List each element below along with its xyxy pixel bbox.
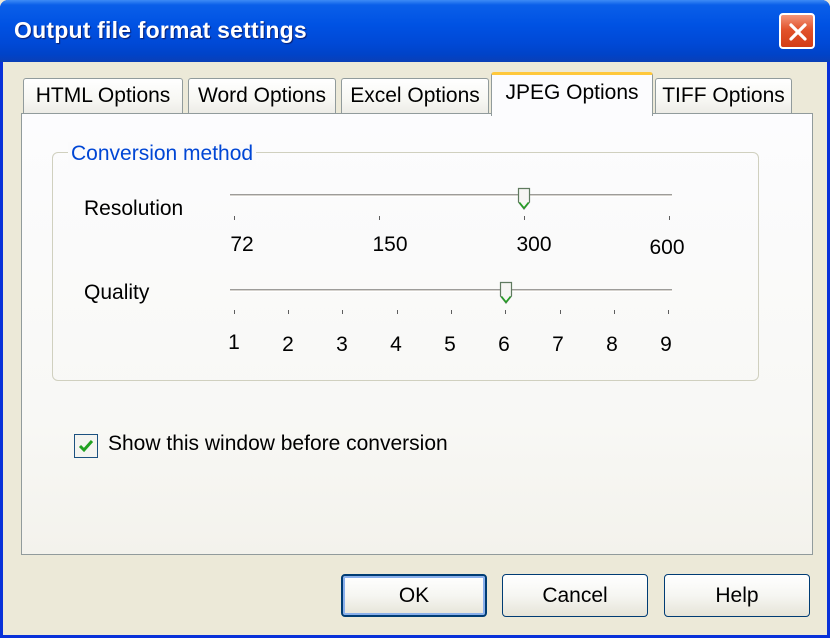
quality-tick	[668, 310, 669, 314]
quality-slider-thumb[interactable]	[499, 281, 513, 305]
resolution-tick-label: 72	[230, 233, 254, 256]
quality-tick-label: 4	[390, 333, 402, 356]
conversion-method-group	[52, 152, 759, 381]
quality-tick	[234, 310, 235, 314]
ok-button[interactable]: OK	[341, 574, 487, 617]
quality-label: Quality	[84, 281, 150, 304]
show-window-checkbox[interactable]	[74, 434, 98, 458]
resolution-tick	[524, 216, 525, 220]
show-window-label: Show this window before conversion	[108, 432, 448, 455]
resolution-slider-track[interactable]	[230, 194, 672, 197]
resolution-label: Resolution	[84, 197, 184, 220]
checkmark-icon	[78, 440, 94, 453]
quality-tick	[397, 310, 398, 314]
quality-tick-label: 6	[498, 333, 510, 356]
quality-tick-label: 8	[606, 333, 618, 356]
title-bar[interactable]: Output file format settings	[0, 0, 830, 62]
jpeg-options-panel: Conversion method Resolution 72 150 300 …	[21, 113, 813, 555]
resolution-tick	[379, 216, 380, 220]
close-button[interactable]	[779, 13, 815, 49]
quality-tick-label: 3	[336, 333, 348, 356]
resolution-tick-label: 150	[372, 233, 408, 256]
resolution-tick-label: 300	[516, 233, 552, 256]
resolution-tick	[669, 216, 670, 220]
quality-tick	[288, 310, 289, 314]
tab-jpeg-options[interactable]: JPEG Options	[491, 72, 653, 116]
quality-slider-track[interactable]	[230, 289, 672, 292]
tab-html-options[interactable]: HTML Options	[23, 78, 183, 114]
resolution-tick	[234, 216, 235, 220]
resolution-slider-thumb[interactable]	[517, 187, 531, 211]
quality-tick	[560, 310, 561, 314]
settings-dialog: Output file format settings HTML Options…	[0, 0, 830, 638]
quality-tick-label: 2	[282, 333, 294, 356]
quality-tick	[614, 310, 615, 314]
quality-tick-label: 7	[552, 333, 564, 356]
quality-tick-label: 5	[444, 333, 456, 356]
help-button[interactable]: Help	[664, 574, 810, 617]
quality-tick-label: 1	[228, 331, 240, 354]
resolution-tick-label: 600	[649, 236, 685, 259]
cancel-button[interactable]: Cancel	[502, 574, 648, 617]
quality-tick	[505, 310, 506, 314]
tab-word-options[interactable]: Word Options	[188, 78, 336, 114]
quality-tick	[451, 310, 452, 314]
quality-tick-label: 9	[660, 333, 672, 356]
tab-excel-options[interactable]: Excel Options	[341, 78, 489, 114]
conversion-method-label: Conversion method	[68, 142, 257, 166]
quality-tick	[342, 310, 343, 314]
close-icon	[789, 23, 807, 41]
window-title: Output file format settings	[14, 17, 307, 43]
tab-tiff-options[interactable]: TIFF Options	[655, 78, 792, 114]
